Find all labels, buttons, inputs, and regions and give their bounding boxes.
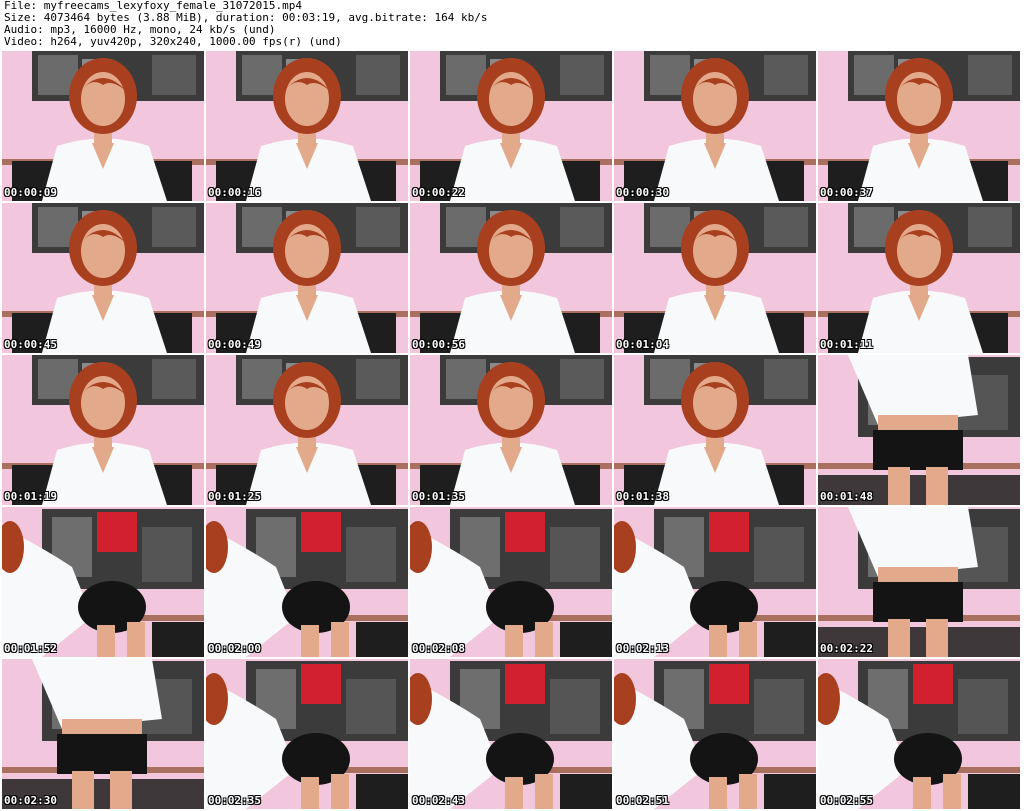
thumbnail-frame-image: [818, 51, 1020, 201]
video-thumbnail: 00:01:19: [2, 355, 204, 505]
video-thumbnail: 00:02:08: [410, 507, 612, 657]
video-thumbnail: 00:00:45: [2, 203, 204, 353]
thumbnail-timestamp: 00:00:30: [616, 186, 669, 199]
thumbnail-timestamp: 00:02:35: [208, 794, 261, 807]
video-thumbnail: 00:02:13: [614, 507, 816, 657]
thumbnail-frame-image: [206, 51, 408, 201]
thumbnail-frame-image: [410, 203, 612, 353]
thumbnail-frame-image: [614, 51, 816, 201]
thumbnail-timestamp: 00:02:30: [4, 794, 57, 807]
thumbnail-frame-image: [206, 355, 408, 505]
video-thumbnail: 00:00:09: [2, 51, 204, 201]
thumbnail-frame-image: [2, 51, 204, 201]
video-thumbnail: 00:00:49: [206, 203, 408, 353]
video-thumbnail: 00:00:30: [614, 51, 816, 201]
thumbnail-frame-image: [206, 203, 408, 353]
thumbnail-frame-image: [818, 355, 1020, 505]
video-thumbnail: 00:01:04: [614, 203, 816, 353]
file-info-header: File: myfreecams_lexyfoxy_female_3107201…: [4, 0, 487, 48]
thumbnail-timestamp: 00:01:38: [616, 490, 669, 503]
thumbnail-frame-image: [2, 203, 204, 353]
video-thumbnail: 00:02:22: [818, 507, 1020, 657]
thumbnail-frame-image: [410, 507, 612, 657]
video-thumbnail: 00:00:22: [410, 51, 612, 201]
video-thumbnail: 00:01:11: [818, 203, 1020, 353]
thumbnail-timestamp: 00:00:56: [412, 338, 465, 351]
thumbnail-timestamp: 00:02:00: [208, 642, 261, 655]
thumbnail-frame-image: [2, 355, 204, 505]
thumbnail-timestamp: 00:01:25: [208, 490, 261, 503]
thumbnail-frame-image: [818, 659, 1020, 809]
thumbnail-timestamp: 00:02:13: [616, 642, 669, 655]
video-thumbnail: 00:01:48: [818, 355, 1020, 505]
thumbnail-frame-image: [614, 659, 816, 809]
thumbnail-frame-image: [2, 507, 204, 657]
video-thumbnail: 00:02:35: [206, 659, 408, 809]
thumbnail-timestamp: 00:02:08: [412, 642, 465, 655]
video-thumbnail: 00:00:56: [410, 203, 612, 353]
thumbnail-timestamp: 00:01:35: [412, 490, 465, 503]
thumbnail-timestamp: 00:00:49: [208, 338, 261, 351]
video-thumbnail: 00:02:43: [410, 659, 612, 809]
video-thumbnail: 00:01:52: [2, 507, 204, 657]
video-thumbnail: 00:02:30: [2, 659, 204, 809]
thumbnail-timestamp: 00:02:43: [412, 794, 465, 807]
thumbnail-frame-image: [818, 203, 1020, 353]
thumbnail-timestamp: 00:00:37: [820, 186, 873, 199]
video-thumbnail: 00:02:55: [818, 659, 1020, 809]
video-thumbnail: 00:02:00: [206, 507, 408, 657]
thumbnail-timestamp: 00:01:48: [820, 490, 873, 503]
video-thumbnail: 00:01:35: [410, 355, 612, 505]
thumbnail-timestamp: 00:00:16: [208, 186, 261, 199]
video-thumbnail: 00:01:38: [614, 355, 816, 505]
thumbnail-frame-image: [614, 203, 816, 353]
thumbnail-timestamp: 00:00:09: [4, 186, 57, 199]
thumbnail-timestamp: 00:01:52: [4, 642, 57, 655]
thumbnail-timestamp: 00:02:51: [616, 794, 669, 807]
thumbnail-frame-image: [206, 507, 408, 657]
thumbnail-frame-image: [206, 659, 408, 809]
thumbnail-timestamp: 00:02:22: [820, 642, 873, 655]
thumbnail-frame-image: [410, 355, 612, 505]
video-info-line: Video: h264, yuv420p, 320x240, 1000.00 f…: [4, 35, 342, 48]
video-thumbnail: 00:01:25: [206, 355, 408, 505]
thumbnail-frame-image: [818, 507, 1020, 657]
thumbnail-grid: 00:00:09 00:00:16 00:00:22 00:00:30 00:00:37…: [2, 51, 1020, 809]
thumbnail-frame-image: [614, 507, 816, 657]
thumbnail-timestamp: 00:01:11: [820, 338, 873, 351]
thumbnail-frame-image: [410, 659, 612, 809]
thumbnail-frame-image: [2, 659, 204, 809]
thumbnail-timestamp: 00:02:55: [820, 794, 873, 807]
video-thumbnail: 00:00:16: [206, 51, 408, 201]
thumbnail-frame-image: [614, 355, 816, 505]
video-thumbnail: 00:02:51: [614, 659, 816, 809]
thumbnail-frame-image: [410, 51, 612, 201]
thumbnail-timestamp: 00:00:22: [412, 186, 465, 199]
thumbnail-timestamp: 00:01:04: [616, 338, 669, 351]
thumbnail-timestamp: 00:00:45: [4, 338, 57, 351]
video-thumbnail: 00:00:37: [818, 51, 1020, 201]
thumbnail-timestamp: 00:01:19: [4, 490, 57, 503]
